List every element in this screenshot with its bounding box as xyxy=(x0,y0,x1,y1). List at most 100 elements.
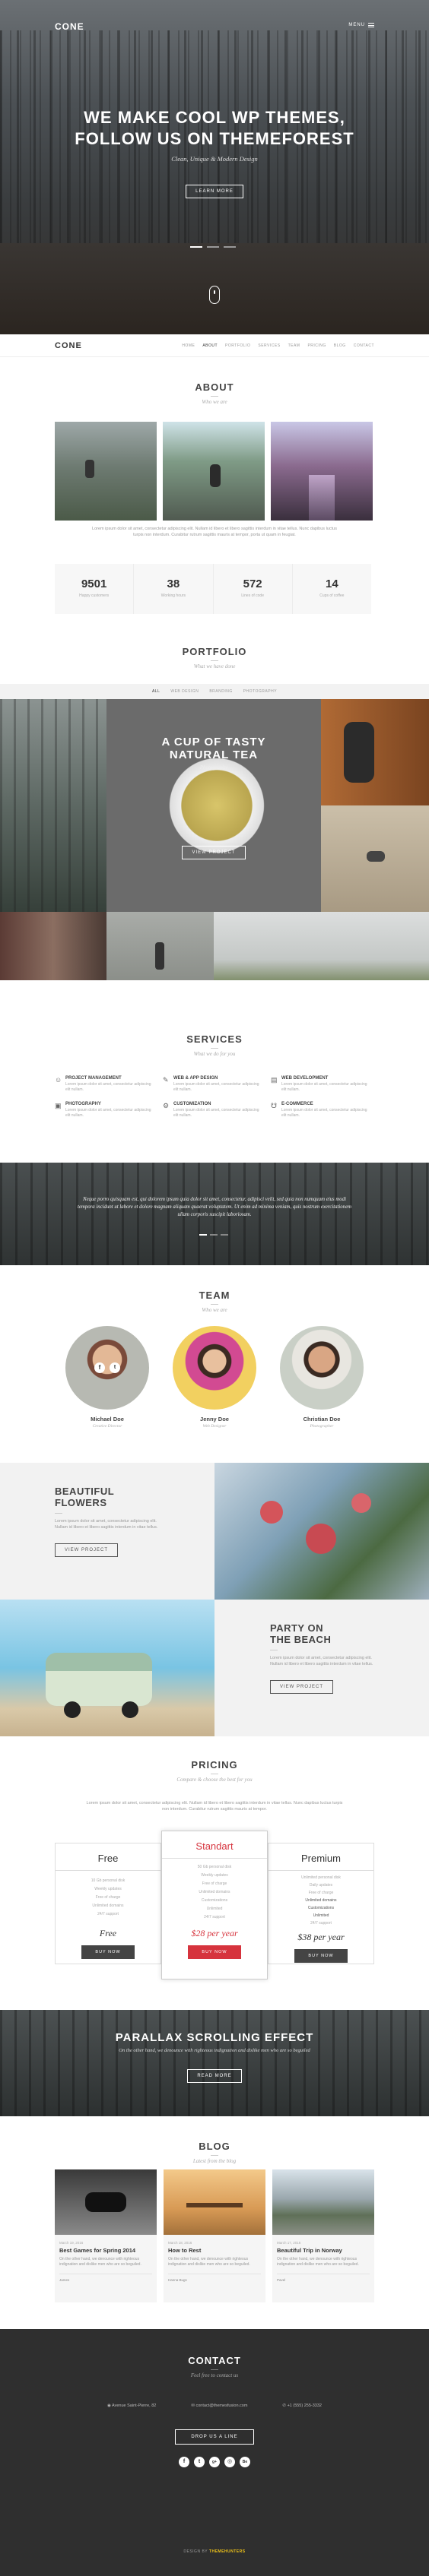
service-title: WEB DEVELOPMENT xyxy=(281,1076,329,1081)
menu-button[interactable]: MENU xyxy=(348,23,374,27)
parallax-subtitle: On the other hand, we denounce with righ… xyxy=(119,2048,310,2053)
portfolio-item-walker[interactable] xyxy=(106,912,214,980)
twitter-icon[interactable]: t xyxy=(194,2457,205,2467)
feature-view-project-button[interactable]: VIEW PROJECT xyxy=(270,1680,334,1694)
behance-icon[interactable]: Be xyxy=(240,2457,250,2467)
scroll-down-icon[interactable] xyxy=(209,286,220,304)
post-title[interactable]: Beautiful Trip in Norway xyxy=(277,2247,370,2254)
service-title: E-COMMERCE xyxy=(281,1102,313,1106)
portfolio-item-guitar[interactable] xyxy=(321,699,429,805)
post-author: Pavel xyxy=(277,2274,370,2282)
post-title[interactable]: How to Rest xyxy=(168,2247,261,2254)
learn-more-button[interactable]: LEARN MORE xyxy=(186,185,243,198)
portfolio-filters: ALL WEB DESIGN BRANDING PHOTOGRAPHY xyxy=(0,684,429,699)
portfolio-item-beach[interactable] xyxy=(321,805,429,912)
post-excerpt: On the other hand, we denounce with righ… xyxy=(168,2257,250,2267)
portfolio-item-street[interactable] xyxy=(0,912,106,980)
post-author: Hanna Bugs xyxy=(168,2274,261,2282)
portfolio-item-flowers-coast[interactable] xyxy=(214,912,429,980)
nav-services[interactable]: SERVICES xyxy=(258,343,280,348)
about-subtitle: Who we are xyxy=(202,399,227,405)
nav-blog[interactable]: BLOG xyxy=(334,343,346,348)
feature-title-2: FLOWERS xyxy=(55,1497,107,1508)
facebook-icon[interactable]: f xyxy=(179,2457,189,2467)
post-title[interactable]: Best Games for Spring 2014 xyxy=(59,2247,152,2254)
service-item: ⚙ CUSTOMIZATION Lorem ipsum dolor sit amet… xyxy=(163,1102,262,1119)
service-desc: Lorem ipsum dolor sit amet, consectetur … xyxy=(65,1108,151,1118)
blog-post[interactable]: March 19, 2016 Best Games for Spring 201… xyxy=(55,2169,157,2302)
filter-web-design[interactable]: WEB DESIGN xyxy=(170,689,199,694)
plan-card: Free 10 Gb personal disk Weekly updates … xyxy=(55,1843,161,1964)
pencil-icon: ✎ xyxy=(163,1076,169,1084)
service-title: PROJECT MANAGEMENT xyxy=(65,1076,122,1081)
feature-view-project-button[interactable]: VIEW PROJECT xyxy=(55,1543,119,1557)
drop-us-a-line-button[interactable]: DROP US A LINE xyxy=(175,2429,254,2445)
quote-dot-3[interactable] xyxy=(221,1234,228,1236)
title-divider xyxy=(211,2155,218,2156)
nav-about[interactable]: ABOUT xyxy=(202,343,218,348)
feature-beach-section: PARTY ON THE BEACH Lorem ipsum dolor sit… xyxy=(0,1600,429,1736)
facebook-icon[interactable]: f xyxy=(94,1362,105,1373)
avatar: f t xyxy=(65,1326,149,1410)
main-nav: CONE HOME ABOUT PORTFOLIO SERVICES TEAM … xyxy=(0,334,429,357)
nav-logo[interactable]: CONE xyxy=(55,341,82,350)
plan-feature: Unlimited xyxy=(206,1907,223,1911)
slide-dot-2[interactable] xyxy=(207,246,219,248)
feature-title-2: THE BEACH xyxy=(270,1634,332,1645)
read-more-button[interactable]: READ MORE xyxy=(187,2069,242,2083)
contact-address: Avenue Saint-Pierre, 82 xyxy=(112,2404,157,2408)
parallax-title: PARALLAX SCROLLING EFFECT xyxy=(115,2031,314,2044)
contact-email[interactable]: contact@themesfusion.com xyxy=(195,2404,247,2408)
nav-pricing[interactable]: PRICING xyxy=(307,343,326,348)
feature-title-1: PARTY ON xyxy=(270,1622,323,1634)
stats-bar: 9501 Happy customers 38 Working hours 572 L… xyxy=(55,564,371,614)
code-icon: ▤ xyxy=(271,1076,278,1084)
blog-post[interactable]: March 17, 2016 Beautiful Trip in Norway … xyxy=(272,2169,374,2302)
portfolio-item-tea[interactable]: A CUP OF TASTY NATURAL TEA Photography V… xyxy=(106,699,321,912)
blog-post[interactable]: March 18, 2016 How to Rest On the other … xyxy=(164,2169,265,2302)
avatar xyxy=(173,1326,256,1410)
gear-icon: ⚙ xyxy=(163,1102,170,1109)
footer-brand-link[interactable]: THEMEHUNTERS xyxy=(209,2549,246,2554)
portfolio-title: PORTFOLIO xyxy=(182,646,247,657)
filter-all[interactable]: ALL xyxy=(152,689,160,694)
dribbble-icon[interactable]: ◎ xyxy=(224,2457,235,2467)
nav-portfolio[interactable]: PORTFOLIO xyxy=(225,343,250,348)
buy-now-button[interactable]: BUY NOW xyxy=(188,1945,241,1959)
slide-dot-1[interactable] xyxy=(190,246,202,248)
brand-logo[interactable]: CONE xyxy=(55,21,84,32)
quote-dot-1[interactable] xyxy=(199,1234,207,1236)
buy-now-button[interactable]: BUY NOW xyxy=(294,1949,348,1963)
google-plus-icon[interactable]: g+ xyxy=(209,2457,220,2467)
parallax-section: PARALLAX SCROLLING EFFECT On the other h… xyxy=(0,2010,429,2116)
view-project-button[interactable]: VIEW PROJECT xyxy=(182,846,246,859)
nav-contact[interactable]: CONTACT xyxy=(354,343,374,348)
filter-photography[interactable]: PHOTOGRAPHY xyxy=(243,689,277,694)
menu-label: MENU xyxy=(348,23,365,27)
service-title: PHOTOGRAPHY xyxy=(65,1102,101,1106)
stat-item: 9501 Happy customers xyxy=(55,564,135,614)
plan-feature: Free of charge xyxy=(202,1881,227,1886)
portfolio-item-forest[interactable] xyxy=(0,699,106,912)
nav-home[interactable]: HOME xyxy=(182,343,195,348)
hero-tagline: Clean, Unique & Modern Design xyxy=(171,155,258,163)
slide-dot-3[interactable] xyxy=(224,246,236,248)
services-section: SERVICES What we do for you ☺ PROJECT MAN… xyxy=(0,980,429,1163)
plan-feature: 10 Gb personal disk xyxy=(91,1878,126,1883)
member-role: Photographer xyxy=(310,1424,334,1429)
buy-now-button[interactable]: BUY NOW xyxy=(81,1945,135,1959)
plan-price: $38 per year xyxy=(297,1932,345,1942)
feature-flowers-section: BEAUTIFUL FLOWERS Lorem ipsum dolor sit … xyxy=(0,1463,429,1600)
service-desc: Lorem ipsum dolor sit amet, consectetur … xyxy=(65,1082,151,1092)
filter-branding[interactable]: BRANDING xyxy=(209,689,232,694)
team-subtitle: Who we are xyxy=(202,1307,227,1313)
quote-dot-2[interactable] xyxy=(210,1234,218,1236)
service-desc: Lorem ipsum dolor sit amet, consectetur … xyxy=(281,1082,367,1092)
plan-feature: Customizations xyxy=(307,1906,335,1910)
post-date: March 18, 2016 xyxy=(168,2241,192,2245)
plan-feature: 24/7 support xyxy=(310,1921,332,1926)
portfolio-subtitle: What we have done xyxy=(193,663,236,669)
service-item: ▤ WEB DEVELOPMENT Lorem ipsum dolor sit am… xyxy=(271,1076,370,1093)
nav-team[interactable]: TEAM xyxy=(288,343,300,348)
twitter-icon[interactable]: t xyxy=(110,1362,120,1373)
